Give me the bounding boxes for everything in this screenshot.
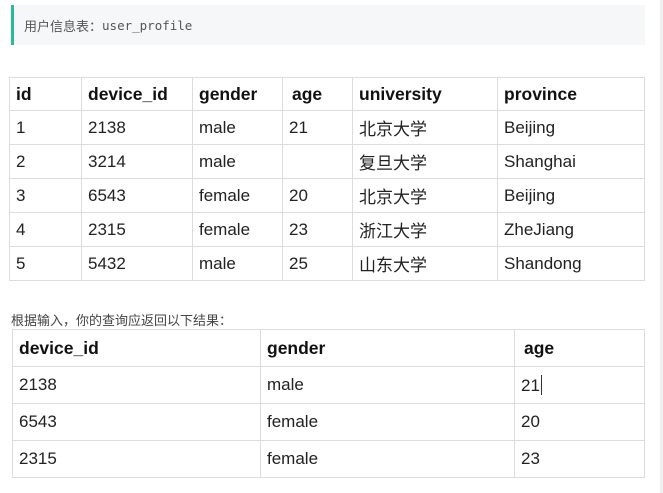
cell-age — [282, 144, 353, 179]
table-row: 5 5432 male 25 山东大学 Shandong — [9, 246, 645, 281]
cell-province: Shandong — [497, 246, 645, 281]
cell-province: Shanghai — [497, 144, 645, 179]
cell-gender: female — [192, 212, 283, 247]
cell-id: 1 — [9, 110, 82, 145]
table-row: 3 6543 female 20 北京大学 Beijing — [9, 178, 645, 213]
cell-device-id: 6543 — [81, 178, 193, 213]
cell-university: 北京大学 — [352, 178, 498, 213]
cell-gender: female — [192, 178, 283, 213]
cell-age: 20 — [282, 178, 353, 213]
cell-gender: male — [260, 366, 515, 404]
table-row: 2138 male 21 — [12, 366, 645, 404]
cell-gender: male — [192, 144, 283, 179]
cell-id: 3 — [9, 178, 82, 213]
cell-age-with-cursor: 21 — [514, 366, 645, 404]
column-header-province: province — [497, 77, 645, 111]
table-row: 4 2315 female 23 浙江大学 ZheJiang — [9, 212, 645, 247]
cell-gender: male — [192, 246, 283, 281]
cell-device-id: 5432 — [81, 246, 193, 281]
table-name-prefix: 用户信息表： — [24, 19, 103, 35]
cell-age: 21 — [521, 375, 540, 395]
column-header-device-id: device_id — [12, 329, 261, 367]
table-row: 2315 female 23 — [12, 440, 645, 478]
table-name-banner: 用户信息表： user_profile — [11, 5, 645, 45]
column-header-university: university — [352, 77, 498, 111]
cell-device-id: 2315 — [12, 440, 261, 478]
cell-age: 25 — [282, 246, 353, 281]
table-row: 2 3214 male 复旦大学 Shanghai — [9, 144, 645, 179]
cell-gender: female — [260, 403, 515, 441]
cell-device-id: 3214 — [81, 144, 193, 179]
cell-university: 北京大学 — [352, 110, 498, 145]
table-row: 1 2138 male 21 北京大学 Beijing — [9, 110, 645, 145]
column-header-age: age — [514, 329, 645, 367]
table-row: 6543 female 20 — [12, 403, 645, 441]
cell-gender: male — [192, 110, 283, 145]
cell-age: 20 — [514, 403, 645, 441]
cell-province: ZheJiang — [497, 212, 645, 247]
cell-device-id: 2138 — [81, 110, 193, 145]
cell-id: 2 — [9, 144, 82, 179]
column-header-gender: gender — [260, 329, 515, 367]
cell-age: 23 — [282, 212, 353, 247]
expected-result-hint: 根据输入，你的查询应返回以下结果： — [11, 314, 233, 329]
cell-age: 23 — [514, 440, 645, 478]
cell-university: 复旦大学 — [352, 144, 498, 179]
cell-device-id: 2138 — [12, 366, 261, 404]
column-header-age: age — [282, 77, 353, 111]
table-header-row: id device_id gender age university provi… — [9, 77, 645, 111]
cell-province: Beijing — [497, 110, 645, 145]
cell-device-id: 6543 — [12, 403, 261, 441]
column-header-gender: gender — [192, 77, 283, 111]
cell-gender: female — [260, 440, 515, 478]
cell-university: 浙江大学 — [352, 212, 498, 247]
cell-province: Beijing — [497, 178, 645, 213]
cell-device-id: 2315 — [81, 212, 193, 247]
expected-result-table: device_id gender age 2138 male 21 6543 f… — [12, 329, 645, 478]
table-name-code: user_profile — [102, 17, 193, 33]
user-profile-table: id device_id gender age university provi… — [9, 77, 645, 281]
cell-age: 21 — [282, 110, 353, 145]
cell-id: 4 — [9, 212, 82, 247]
cell-id: 5 — [9, 246, 82, 281]
cell-university: 山东大学 — [352, 246, 498, 281]
table-header-row: device_id gender age — [12, 329, 645, 367]
text-cursor — [540, 374, 542, 395]
column-header-id: id — [9, 77, 82, 111]
column-header-device-id: device_id — [81, 77, 193, 111]
